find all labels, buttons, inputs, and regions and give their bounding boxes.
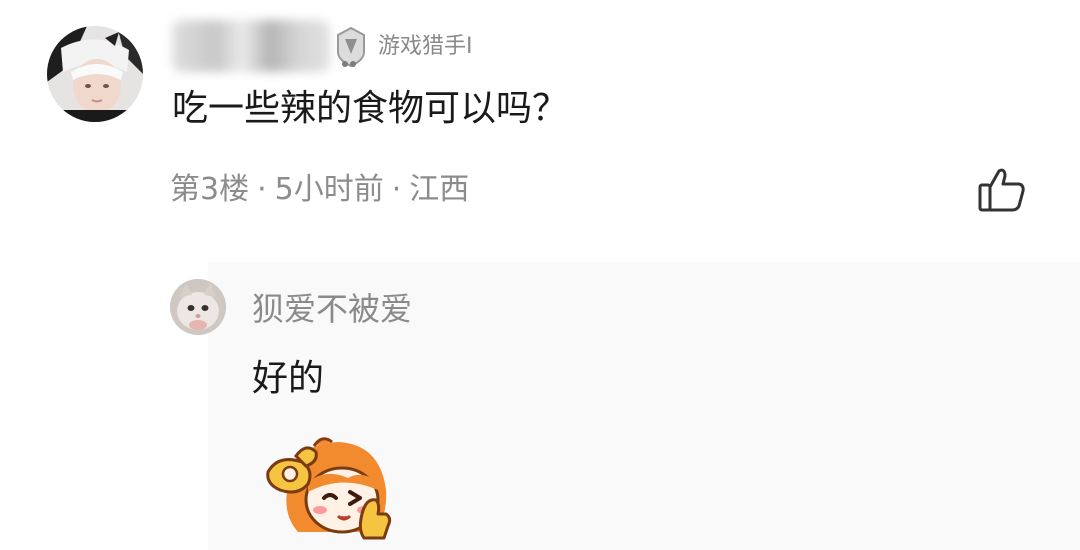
comment-meta: 第3楼 · 5小时前 · 江西 — [170, 168, 469, 212]
reply-avatar[interactable] — [170, 279, 226, 335]
thumbs-up-icon[interactable] — [976, 166, 1028, 214]
user-title-badge: 游戏猎手I — [378, 34, 473, 59]
separator-dot: · — [391, 172, 402, 207]
comment-text: 吃一些辣的食物可以吗？ — [172, 88, 569, 129]
blurred-username[interactable] — [172, 20, 330, 72]
reply-username[interactable]: 狈爱不被爱 — [252, 286, 412, 332]
reply-text: 好的 — [252, 358, 325, 399]
level-badge-icon — [334, 26, 368, 70]
post-time: 5小时前 — [274, 172, 384, 207]
floor-number: 第3楼 — [170, 172, 250, 207]
location: 江西 — [409, 172, 470, 207]
separator-dot: · — [257, 172, 267, 207]
commenter-avatar[interactable] — [47, 26, 143, 122]
thumbs-up-sticker-icon — [262, 434, 398, 542]
